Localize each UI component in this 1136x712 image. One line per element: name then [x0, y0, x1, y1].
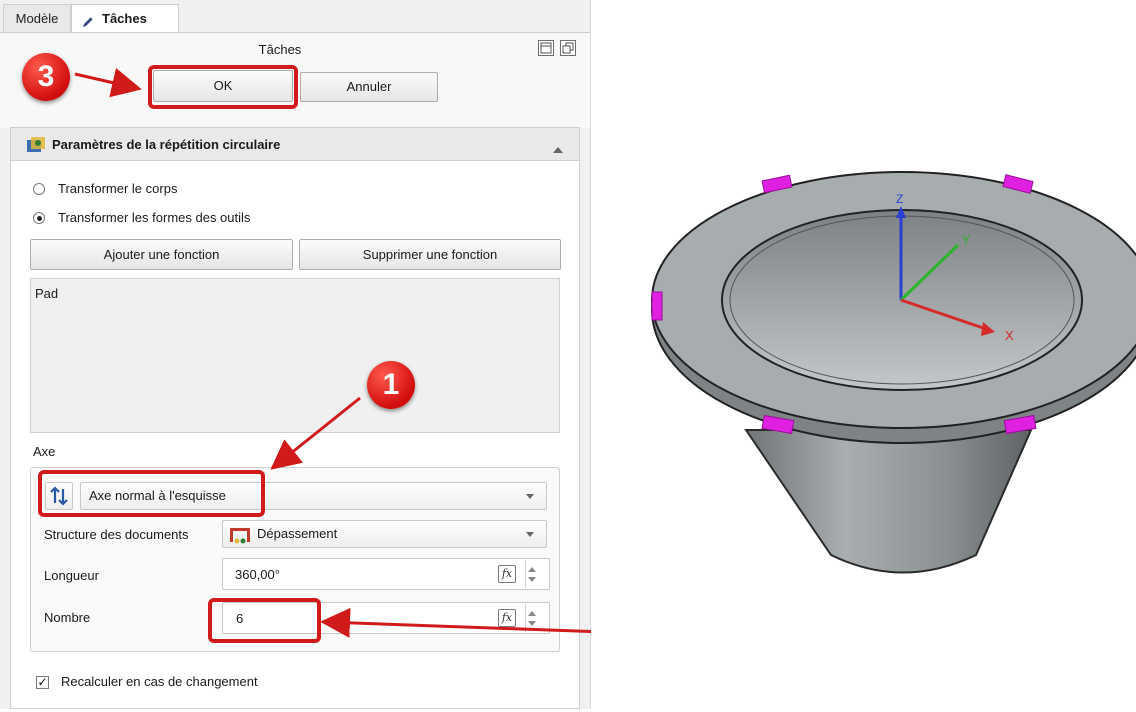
- callout-three: 3: [22, 53, 70, 101]
- axis-y-label: Y: [962, 233, 971, 247]
- 3d-viewport[interactable]: Z Y X: [591, 0, 1136, 709]
- callout-one: 1: [367, 361, 415, 409]
- axis-x-label: X: [1005, 328, 1014, 343]
- cone-model: [651, 171, 1136, 574]
- axis-z-label: Z: [896, 192, 904, 206]
